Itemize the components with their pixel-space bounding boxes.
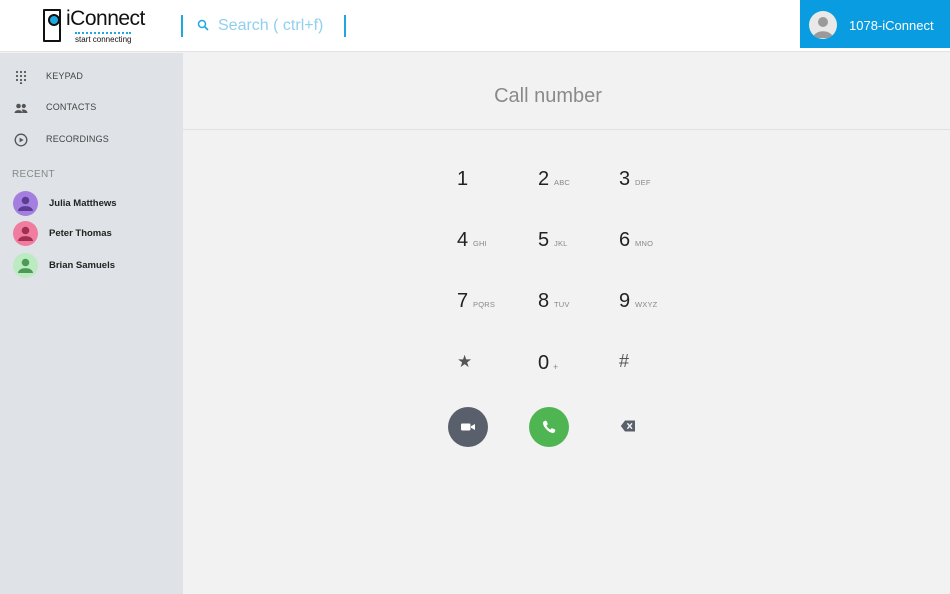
sidebar-item-recordings[interactable]: RECORDINGS (0, 126, 183, 154)
recent-heading: RECENT (12, 169, 55, 180)
search-input[interactable] (218, 14, 338, 38)
key-digit: 9 (619, 290, 631, 312)
key-letters: GHI (473, 239, 487, 248)
logo-tagline: start connecting (75, 32, 132, 44)
recordings-icon (14, 133, 28, 147)
contact-avatar-icon (13, 221, 38, 246)
logo-word: iConnect (66, 7, 145, 30)
key-digit: 6 (619, 229, 631, 251)
account-name: 1078-iConnect (849, 18, 934, 33)
sidebar-item-label: CONTACTS (46, 102, 97, 112)
search-icon (197, 19, 209, 31)
iconnect-logo[interactable]: iConnect start connecting (43, 7, 145, 44)
call-number-display: Call number (494, 85, 602, 107)
sidebar-item-label: KEYPAD (46, 71, 84, 81)
recent-contact-name: Julia Matthews (49, 198, 117, 209)
recent-contact-name: Peter Thomas (49, 228, 112, 239)
keypad-icon (15, 70, 27, 84)
key-letters: TUV (554, 300, 570, 309)
key-letters: MNO (635, 239, 654, 248)
recent-contact-brian-samuels[interactable]: Brian Samuels (0, 251, 183, 281)
keypad-key-1[interactable]: 1 (457, 168, 517, 208)
video-camera-icon (461, 423, 475, 431)
key-digit: 8 (538, 290, 550, 312)
key-digit: # (619, 351, 630, 371)
key-letters: WXYZ (635, 300, 658, 309)
keypad-key-7[interactable]: 7 PQRS (457, 290, 517, 330)
contact-avatar-icon (13, 253, 38, 278)
keypad-key-8[interactable]: 8 TUV (538, 290, 598, 330)
key-digit: 2 (538, 168, 550, 190)
key-letters: + (553, 362, 559, 372)
divider (183, 129, 950, 130)
key-digit: 5 (538, 229, 550, 251)
key-letters: PQRS (473, 300, 496, 309)
key-digit: ★ (457, 352, 473, 371)
logo-dot-icon (48, 14, 60, 26)
key-letters: DEF (635, 178, 651, 187)
keypad-key-6[interactable]: 6 MNO (619, 229, 679, 269)
phone-icon (542, 420, 556, 434)
video-call-button[interactable] (448, 407, 488, 447)
sidebar-item-keypad[interactable]: KEYPAD (0, 63, 183, 91)
key-letters: JKL (554, 239, 568, 248)
key-digit: 4 (457, 229, 469, 251)
keypad-key-9[interactable]: 9 WXYZ (619, 290, 679, 330)
keypad-key-5[interactable]: 5 JKL (538, 229, 598, 269)
recent-contact-name: Brian Samuels (49, 260, 115, 271)
search-divider-right (344, 15, 346, 37)
recent-contact-julia-matthews[interactable]: Julia Matthews (0, 189, 183, 219)
contacts-icon (14, 103, 28, 113)
key-digit: 7 (457, 290, 469, 312)
sidebar-item-contacts[interactable]: CONTACTS (0, 94, 183, 122)
backspace-icon[interactable] (620, 419, 636, 433)
sidebar: KEYPAD CONTACTS RECORDINGS RECENT Julia … (0, 53, 183, 594)
key-digit: 0 (538, 352, 550, 374)
sidebar-item-label: RECORDINGS (46, 134, 110, 144)
dialer-panel: Call number 1 2 ABC 3 DEF 4 GHI 5 JKL 6 … (183, 53, 950, 594)
key-digit: 3 (619, 168, 631, 190)
key-digit: 1 (457, 168, 469, 190)
contact-avatar-icon (13, 191, 38, 216)
key-letters: ABC (554, 178, 571, 187)
top-header: iConnect start connecting 1078-iConnect (0, 0, 950, 52)
keypad-key-4[interactable]: 4 GHI (457, 229, 517, 269)
keypad-key-2[interactable]: 2 ABC (538, 168, 598, 208)
keypad-key-0[interactable]: 0 + (538, 352, 598, 392)
call-button[interactable] (529, 407, 569, 447)
recent-contact-peter-thomas[interactable]: Peter Thomas (0, 219, 183, 249)
keypad-key-hash[interactable]: # (619, 351, 679, 391)
account-button[interactable]: 1078-iConnect (800, 0, 950, 48)
user-avatar-icon (809, 11, 837, 39)
search-divider-left (181, 15, 183, 37)
keypad-key-3[interactable]: 3 DEF (619, 168, 679, 208)
keypad-key-star[interactable]: ★ (457, 351, 517, 391)
